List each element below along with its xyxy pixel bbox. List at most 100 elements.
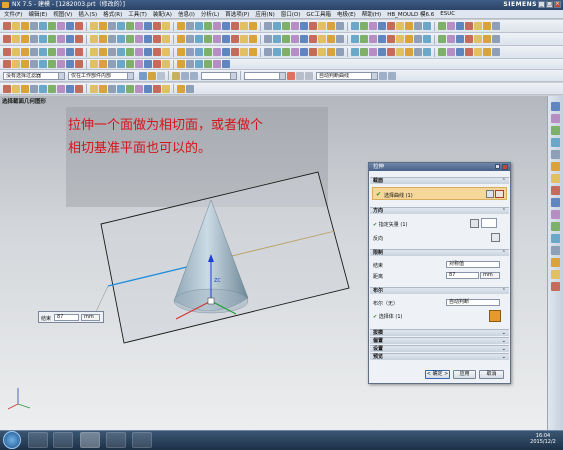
taskbar-app-2[interactable]	[53, 432, 73, 448]
toolbar-tool-icon[interactable]	[39, 48, 47, 56]
preview-header[interactable]: 预览 ⌄	[370, 353, 509, 360]
settings-header[interactable]: 设置 ⌄	[370, 345, 509, 352]
toolbar-tool-icon[interactable]	[195, 35, 203, 43]
system-clock[interactable]: 16:04 2015/12/2	[528, 433, 558, 445]
toolbar-tool-icon[interactable]	[90, 22, 98, 30]
toolbar-tool-icon[interactable]	[213, 48, 221, 56]
curve-icon[interactable]	[495, 190, 504, 198]
toolbar-tool-icon[interactable]	[30, 48, 38, 56]
toolbar-tool-icon[interactable]	[57, 22, 65, 30]
toolbar-tool-icon[interactable]	[75, 35, 83, 43]
toolbar-tool-icon[interactable]	[90, 84, 98, 93]
dialog-reset-button[interactable]	[495, 164, 500, 169]
selection-filter-select[interactable]: 没有选择过滤器	[3, 71, 65, 80]
sketch-icon[interactable]	[486, 190, 494, 198]
toolbar-tool-icon[interactable]	[66, 84, 74, 93]
grid-icon[interactable]	[296, 71, 304, 80]
specify-vector-row[interactable]: ✔ 指定矢量 (1)	[373, 221, 407, 228]
toolbar-tool-icon[interactable]	[186, 48, 194, 56]
toolbar-tool-icon[interactable]	[117, 48, 125, 56]
plus-icon[interactable]	[287, 71, 295, 80]
section-header[interactable]: 截面 ⌃	[370, 177, 509, 184]
toolbar-tool-icon[interactable]	[336, 35, 344, 43]
toolbar-tool-icon[interactable]	[21, 35, 29, 43]
boolean-header[interactable]: 布尔 ⌃	[370, 287, 509, 294]
toolbar-tool-icon[interactable]	[177, 35, 185, 43]
toolbar-tool-icon[interactable]	[66, 48, 74, 56]
start-button[interactable]	[3, 431, 21, 449]
toolbar-tool-icon[interactable]	[162, 35, 170, 43]
toolbar-tool-icon[interactable]	[240, 48, 248, 56]
toolbar-tool-icon[interactable]	[12, 84, 20, 93]
toolbar-tool-icon[interactable]	[282, 22, 290, 30]
toolbar-tool-icon[interactable]	[30, 60, 38, 68]
menu-tools[interactable]: 工具(T)	[128, 10, 147, 18]
resource-bar-icon[interactable]	[551, 186, 560, 195]
toolbar-tool-icon[interactable]	[99, 22, 107, 30]
toolbar-tool-icon[interactable]	[222, 48, 230, 56]
toolbar-tool-icon[interactable]	[90, 48, 98, 56]
toolbar-tool-icon[interactable]	[117, 60, 125, 68]
toolbar-tool-icon[interactable]	[75, 84, 83, 93]
toolbar-tool-icon[interactable]	[351, 35, 359, 43]
filter-icon[interactable]	[139, 71, 147, 80]
toolbar-tool-icon[interactable]	[21, 84, 29, 93]
resource-bar-icon[interactable]	[551, 258, 560, 267]
toolbar-tool-icon[interactable]	[369, 22, 377, 30]
toolbar-tool-icon[interactable]	[66, 35, 74, 43]
stop-at-intersection-icon[interactable]	[379, 71, 387, 80]
toolbar-tool-icon[interactable]	[423, 35, 431, 43]
toolbar-tool-icon[interactable]	[99, 48, 107, 56]
menu-gc-toolkit[interactable]: GC工具箱	[306, 10, 331, 18]
toolbar-tool-icon[interactable]	[222, 35, 230, 43]
toolbar-tool-icon[interactable]	[414, 35, 422, 43]
toolbar-tool-icon[interactable]	[414, 22, 422, 30]
toolbar-tool-icon[interactable]	[186, 84, 194, 93]
toolbar-tool-icon[interactable]	[456, 22, 464, 30]
toolbar-tool-icon[interactable]	[153, 35, 161, 43]
toolbar-tool-icon[interactable]	[108, 48, 116, 56]
toolbar-tool-icon[interactable]	[108, 22, 116, 30]
menu-insert[interactable]: 插入(S)	[78, 10, 97, 18]
resource-bar-icon[interactable]	[551, 198, 560, 207]
toolbar-tool-icon[interactable]	[3, 48, 11, 56]
toolbar-tool-icon[interactable]	[336, 48, 344, 56]
toolbar-tool-icon[interactable]	[387, 48, 395, 56]
draft-header[interactable]: 拔模 ⌄	[370, 329, 509, 336]
toolbar-tool-icon[interactable]	[195, 60, 203, 68]
resource-bar-icon[interactable]	[551, 150, 560, 159]
toolbar-tool-icon[interactable]	[300, 35, 308, 43]
toolbar-tool-icon[interactable]	[336, 22, 344, 30]
dialog-close-button[interactable]	[502, 164, 508, 170]
toolbar-tool-icon[interactable]	[48, 35, 56, 43]
toolbar-tool-icon[interactable]	[66, 60, 74, 68]
toolbar-tool-icon[interactable]	[474, 35, 482, 43]
toolbar-tool-icon[interactable]	[447, 48, 455, 56]
maximize-button[interactable]: □	[546, 1, 553, 8]
toolbar-tool-icon[interactable]	[300, 48, 308, 56]
taskbar-app-5[interactable]	[132, 432, 152, 448]
toolbar-tool-icon[interactable]	[135, 22, 143, 30]
toolbar-tool-icon[interactable]	[204, 35, 212, 43]
select-curve-row[interactable]: ✔ 选择曲线 (1)	[372, 187, 507, 200]
minimize-button[interactable]: _	[538, 1, 545, 8]
toolbar-tool-icon[interactable]	[240, 22, 248, 30]
toolbar-tool-icon[interactable]	[492, 22, 500, 30]
view-icon[interactable]	[181, 71, 189, 80]
toolbar-tool-icon[interactable]	[126, 60, 134, 68]
toolbar-tool-icon[interactable]	[474, 48, 482, 56]
toolbar-tool-icon[interactable]	[369, 48, 377, 56]
feature-icon[interactable]	[172, 71, 180, 80]
toolbar-tool-icon[interactable]	[39, 60, 47, 68]
toolbar-tool-icon[interactable]	[396, 22, 404, 30]
direction-header[interactable]: 方向 ⌃	[370, 207, 509, 214]
toolbar-tool-icon[interactable]	[213, 22, 221, 30]
toolbar-tool-icon[interactable]	[378, 22, 386, 30]
toolbar-tool-icon[interactable]	[57, 48, 65, 56]
toolbar-tool-icon[interactable]	[144, 35, 152, 43]
toolbar-tool-icon[interactable]	[48, 60, 56, 68]
toolbar-tool-icon[interactable]	[21, 22, 29, 30]
toolbar-tool-icon[interactable]	[456, 48, 464, 56]
floating-input-unit[interactable]: mm	[81, 314, 100, 321]
toolbar-tool-icon[interactable]	[117, 22, 125, 30]
